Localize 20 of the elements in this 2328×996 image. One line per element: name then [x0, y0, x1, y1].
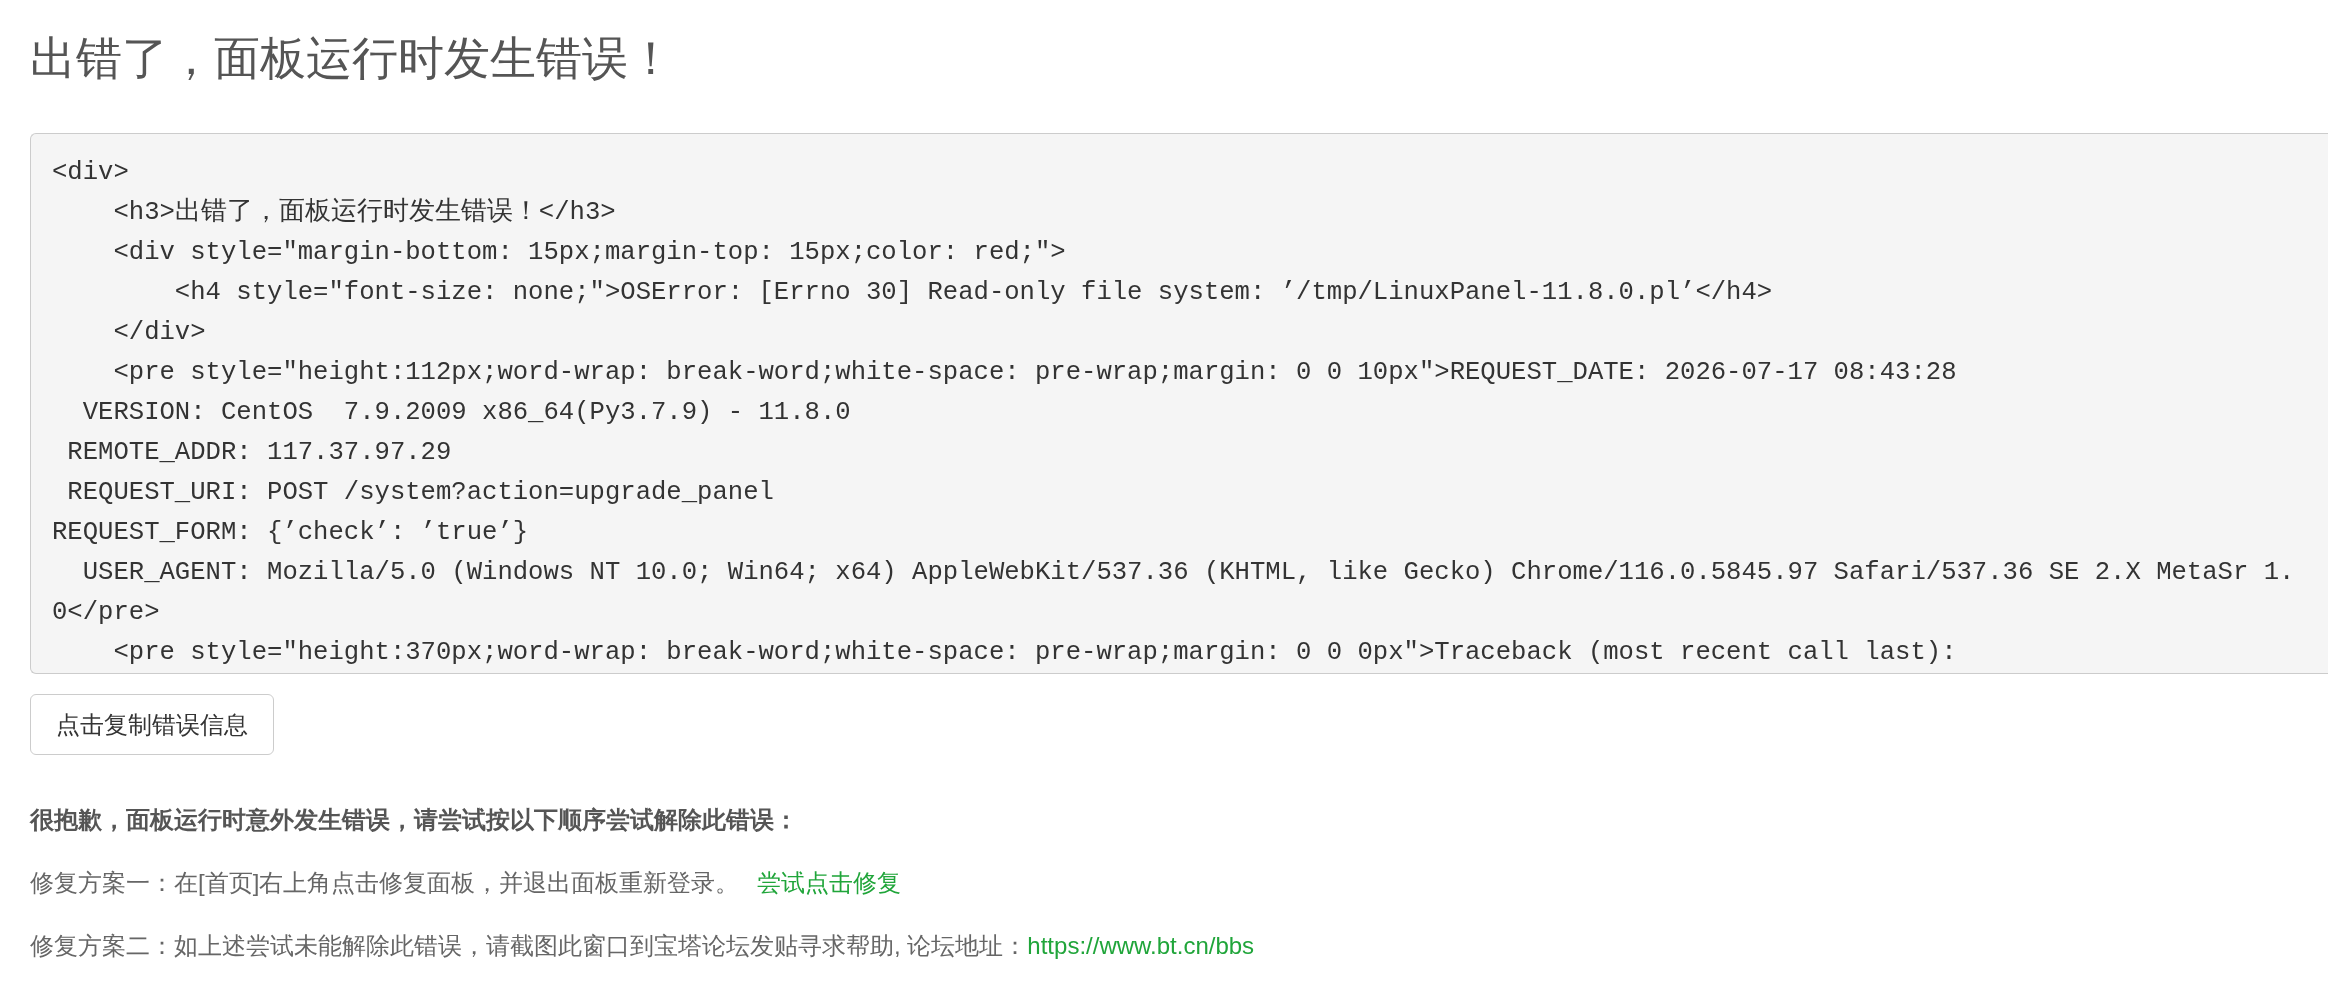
- code-line: USER_AGENT: Mozilla/5.0 (Windows NT 10.0; Win64; x64) AppleWebKit/537.36 (KHTML, like Gecko) Chrome/116.0.5845.97 Safari/537.36 SE 2.X MetaSr 1.: [81, 557, 2295, 589]
- forum-link[interactable]: https://www.bt.cn/bbs: [1027, 932, 1255, 959]
- solution-text: 修复方案二：如上述尝试未能解除此错误，请截图此窗口到宝塔论坛发贴寻求帮助, 论坛地址：https://www.bt.cn/bbs: [30, 931, 1255, 961]
- solution-text: 修复方案一：在[首页]右上角点击修复面板，并退出面板重新登录。 尝试点击修复: [30, 868, 903, 898]
- error-title: 出错了，面板运行时发生错误！: [30, 33, 674, 84]
- code-line: <pre style="height:370px;word-wrap: break-word;white-space: pre-wrap;margin: 0 0 0px">Traceback (most recent call last):: [112, 637, 1957, 669]
- code-line: REQUEST_FORM: {’check’: ’true’}: [52, 517, 529, 549]
- code-line: REQUEST_URI: POST /system?action=upgrade_panel: [66, 477, 774, 509]
- copy-error-button[interactable]: 点击复制错误信息: [30, 694, 274, 755]
- code-line: </div>: [112, 317, 206, 349]
- code-line: <h3>出错了，面板运行时发生错误！</h3>: [112, 196, 616, 229]
- code-line: REMOTE_ADDR: 117.37.97.29: [66, 437, 452, 469]
- apology-heading: 很抱歉，面板运行时意外发生错误，请尝试按以下顺序尝试解除此错误：: [30, 805, 799, 835]
- code-line: <div>: [52, 157, 129, 189]
- code-line: <h4 style="font-size: none;">OSError: [Errno 30] Read-only file system: ’/tmp/LinuxPanel-11.8.0.pl’</h4>: [173, 277, 1773, 309]
- code-line: <pre style="height:112px;word-wrap: break-word;white-space: pre-wrap;margin: 0 0 10px">REQUEST_DATE: 2026-07-17 08:43:28: [112, 357, 1957, 389]
- code-line: VERSION: CentOS 7.9.2009 x86_64(Py3.7.9) - 11.8.0: [81, 397, 851, 429]
- repair-link[interactable]: 尝试点击修复: [757, 869, 902, 896]
- code-line: <div style="margin-bottom: 15px;margin-top: 15px;color: red;">: [112, 237, 1066, 269]
- code-line: 0</pre>: [52, 597, 160, 629]
